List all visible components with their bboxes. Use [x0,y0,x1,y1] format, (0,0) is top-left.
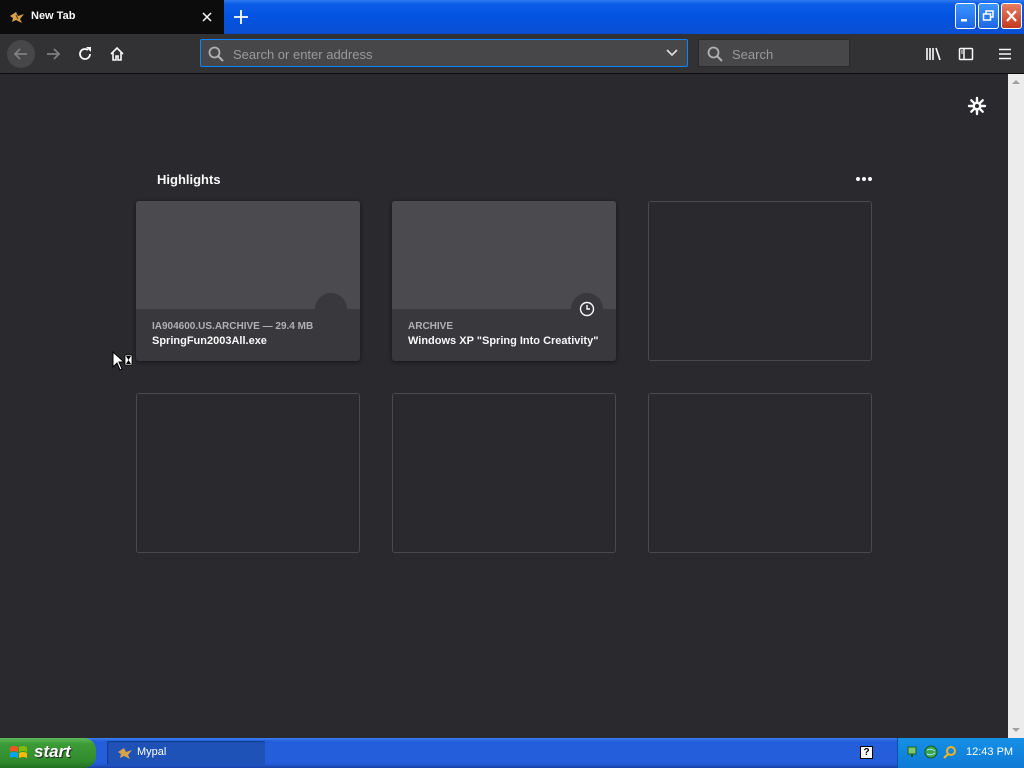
home-icon [110,46,124,61]
network-icon[interactable] [906,745,920,759]
search-input[interactable] [730,44,844,64]
busy-cursor-icon [112,351,133,371]
card-badge [315,293,347,325]
empty-card-placeholder [648,201,872,361]
new-tab-plus-icon[interactable] [230,6,252,28]
magnifier-icon[interactable] [943,745,957,759]
menu-button[interactable] [994,43,1016,65]
library-button[interactable] [923,43,945,65]
start-button[interactable]: start [0,738,96,768]
card-context: ARCHIVE [408,321,454,332]
minimize-icon [961,19,967,22]
clock-icon [579,301,595,317]
highlight-card[interactable]: IA904600.US.ARCHIVE — 29.4 MB SpringFun2… [136,201,360,361]
chevron-down-icon[interactable] [665,48,679,58]
gear-icon[interactable] [967,96,987,116]
minimize-button[interactable] [955,3,976,29]
back-button[interactable] [7,40,35,68]
empty-card-placeholder [392,393,616,553]
card-context: IA904600.US.ARCHIVE — 29.4 MB [152,321,314,332]
url-input[interactable] [231,44,655,64]
windows-flag-icon [10,746,27,758]
new-tab-page: Highlights IA904600.US.ARCHIVE — 29.4 MB… [0,74,1008,738]
start-label: start [34,742,71,761]
highlight-card[interactable]: ARCHIVE Windows XP "Spring Into Creativi… [392,201,616,361]
forward-button[interactable] [42,43,64,65]
sidebar-button[interactable] [955,43,977,65]
search-icon [208,46,224,62]
address-bar[interactable] [200,39,688,67]
empty-card-placeholder [648,393,872,553]
hamburger-menu-icon [999,48,1011,60]
close-tab-icon[interactable] [199,9,215,25]
highlights-heading: Highlights [157,172,221,187]
taskbar-window-label: Mypal [137,746,167,758]
restore-icon [982,10,994,21]
navigation-toolbar [0,34,1024,74]
card-title: Windows XP "Spring Into Creativity" [408,335,599,347]
globe-icon[interactable] [924,745,938,759]
system-tray: 12:43 PM [897,738,1024,768]
mypal-icon [10,12,24,23]
card-badge [571,293,603,325]
restore-button[interactable] [978,3,999,29]
more-options-icon[interactable] [852,170,876,188]
close-icon [1006,10,1017,22]
tab-new-tab[interactable]: New Tab [0,0,224,34]
clock: 12:43 PM [966,746,1014,758]
close-window-button[interactable] [1001,3,1022,29]
vertical-scrollbar[interactable] [1008,74,1024,738]
sidebar-icon [958,47,974,61]
forward-arrow-icon [47,48,61,60]
scroll-up-arrow-icon[interactable] [1012,78,1020,86]
scroll-down-arrow-icon[interactable] [1012,726,1020,734]
library-icon [926,47,941,61]
reload-button[interactable] [74,43,96,65]
taskbar-window-mypal[interactable]: Mypal [107,741,265,765]
search-bar[interactable] [698,39,850,67]
reload-icon [79,47,91,60]
back-arrow-icon [13,48,27,60]
tab-title: New Tab [31,10,76,22]
home-button[interactable] [106,43,128,65]
download-icon [323,301,339,317]
taskbar: start Mypal ? 12:43 PM [0,738,1024,768]
empty-card-placeholder [136,393,360,553]
help-icon[interactable]: ? [860,746,873,759]
mypal-icon [118,748,132,759]
search-icon [707,46,723,62]
card-title: SpringFun2003All.exe [152,335,267,347]
title-bar: New Tab [0,0,1024,34]
